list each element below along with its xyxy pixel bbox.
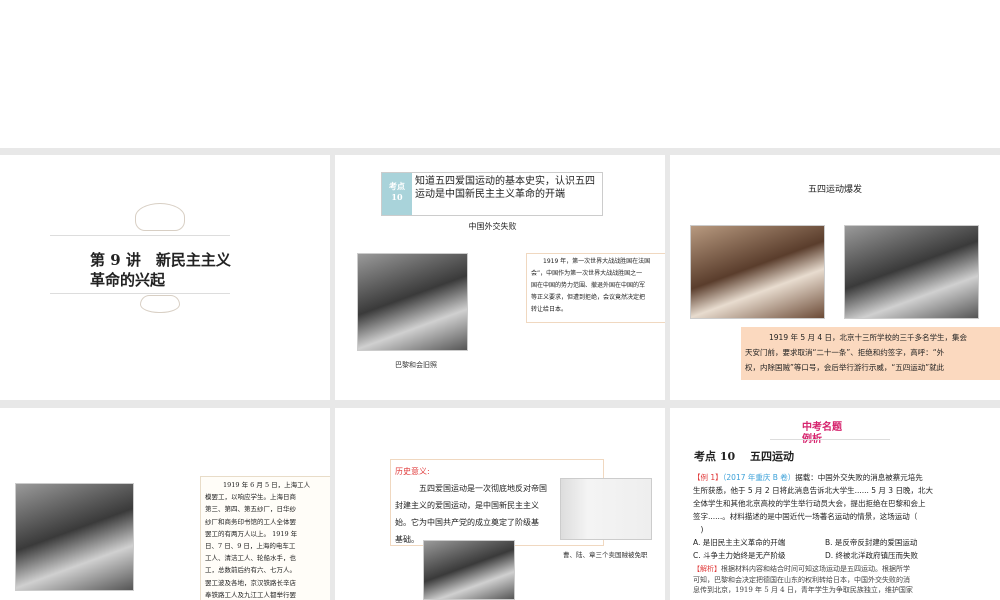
tiananmen-crowd-photo [844, 225, 979, 319]
banner-line-1: 中考名题 [802, 422, 842, 433]
ornament-top-icon [135, 203, 185, 231]
slide-heading: 中国外交失败 [468, 222, 517, 231]
question-text: 【例 1】（2017 年重庆 B 卷）据载：中国外交失败的消息被蔡元培先 生所获… [693, 471, 933, 562]
students-protest-photo [690, 225, 825, 319]
banner-line-2: 例析 [802, 434, 842, 446]
badge: 考点 10 [382, 173, 412, 215]
text-line: 全体学生和其他北京高校的学生举行动员大会，提出拒绝在巴黎和会上 [693, 499, 926, 508]
title-line-2: 革命的兴起 [90, 271, 166, 289]
text-line: ) [693, 525, 704, 534]
top-blank-area [0, 0, 1000, 148]
text-line: 据载：中国外交失败的消息被蔡元培先 [795, 473, 923, 482]
example-tag: 【例 1】 [693, 473, 723, 482]
text-line: 罢工波及各地，京汉铁路长辛店 [205, 578, 296, 587]
exam-banner: 中考名题 例析 [802, 422, 842, 446]
slide-5-thumbnail[interactable]: 历史意义: 五四爱国运动是一次彻底地反对帝国 封建主义的爱国运动，是中国新民主主… [335, 408, 665, 600]
text-box: 1919 年 6 月 5 日，上海工人 模罢工，以响应学生。上海日商 第三、第四… [200, 476, 330, 600]
title-line-1: 第 9 讲 新民主主义 [90, 251, 231, 269]
text-line: 模罢工，以响应学生。上海日商 [205, 493, 296, 502]
text-line: 第三、第四、第五纱厂，日华纱 [205, 505, 296, 514]
text-line: 天安门前，要求取消“二十一条”、拒绝和约签字，高呼：“外 [745, 348, 945, 357]
text-line: 可知，巴黎和会决定把德国在山东的权利转给日本，中国外交失败的消 [693, 575, 910, 584]
text-line: 国在中国的势力范围、撤退外国在中国的军 [531, 282, 646, 289]
example-source: （2017 年重庆 B 卷） [722, 473, 796, 482]
text-line: 日、7 日、9 日，上海的电车工 [205, 542, 296, 551]
text-line: 工，总数前后约有六、七万人。 [205, 566, 296, 575]
divider [50, 235, 230, 236]
slide-3-thumbnail[interactable]: 五四运动爆发 1919 年 5 月 4 日，北京十三所学校的三千多名学生，集会 … [670, 155, 1000, 400]
slide-4-thumbnail[interactable]: 1919 年 6 月 5 日，上海工人 模罢工，以响应学生。上海日商 第三、第四… [0, 408, 330, 600]
text-line: 生所获悉，他于 5 月 2 日将此消息告诉北大学生...... 5 月 3 日晚… [693, 486, 933, 495]
text-line: 1919 年 5 月 4 日，北京十三所学校的三千多名学生，集会 [769, 333, 968, 342]
newspaper-clipping-image [560, 478, 652, 540]
section-heading: 考点 10 五四运动 [694, 450, 794, 463]
badge-number: 10 [391, 192, 403, 202]
option-c[interactable]: C. 斗争主力始终是无产阶级 [693, 549, 825, 562]
option-d[interactable]: D. 终被北洋政府镇压而失败 [825, 551, 918, 560]
text-line: 1919 年，第一次世界大战战胜国在法国 [543, 258, 651, 265]
text-line: 奉铁路工人及九江工人都举行罢 [205, 590, 296, 599]
text-line: 会”，中国作为第一次世界大战战胜国之一 [531, 270, 643, 277]
text-line: 纱厂和商务印书馆的工人全体罢 [205, 517, 296, 526]
workers-strike-photo [15, 483, 134, 591]
slide-2-thumbnail[interactable]: 考点 10 知道五四爱国运动的基本史实，认识五四运动是中国新民主主义革命的开端 … [335, 155, 665, 400]
crowd-photo [423, 540, 515, 600]
slide-1-thumbnail[interactable]: 第 9 讲 新民主主义 革命的兴起 [0, 155, 330, 400]
slide-title: 第 9 讲 新民主主义 革命的兴起 [90, 250, 231, 290]
slide-heading: 五四运动爆发 [807, 185, 862, 195]
objective-text: 知道五四爱国运动的基本史实，认识五四运动是中国新民主主义革命的开端 [415, 176, 595, 200]
photo-caption: 巴黎和会旧照 [395, 361, 437, 369]
text-line: 等正义要求，但遭到拒绝，会议竟然决定把 [531, 294, 646, 301]
text-line: 工人、清洁工人、轮船水手，也 [205, 554, 296, 563]
text-box: 1919 年，第一次世界大战战胜国在法国 会”，中国作为第一次世界大战战胜国之一… [526, 253, 665, 323]
divider [770, 439, 890, 440]
text-box: 1919 年 5 月 4 日，北京十三所学校的三千多名学生，集会 天安门前，要求… [741, 327, 1000, 380]
analysis-tag: 【解析】 [693, 565, 721, 573]
ornament-bottom-icon [140, 295, 180, 313]
text-line: 根据材料内容和结合时间可知这场运动是五四运动。根据所学 [721, 565, 910, 573]
divider [50, 293, 230, 294]
text-line: 签字......。材料描述的是中国近代一场著名运动的情景，这场运动（ [693, 512, 918, 521]
paris-conference-photo [357, 253, 468, 351]
text-line: 转让给日本。 [531, 306, 568, 313]
objective-box: 考点 10 知道五四爱国运动的基本史实，认识五四运动是中国新民主主义革命的开端 [381, 172, 603, 216]
option-b[interactable]: B. 是反帝反封建的爱国运动 [825, 538, 917, 547]
option-a[interactable]: A. 是旧民主主义革命的开端 [693, 536, 825, 549]
analysis-text: 【解析】根据材料内容和结合时间可知这场运动是五四运动。根据所学 可知，巴黎和会决… [693, 564, 913, 596]
text-line: 1919 年 6 月 5 日，上海工人 [223, 481, 311, 489]
slide-6-thumbnail[interactable]: 中考名题 例析 考点 10 五四运动 【例 1】（2017 年重庆 B 卷）据载… [670, 408, 1000, 600]
text-line: 罢工的有两万人以上。 1919 年 [205, 529, 298, 538]
photo-caption: 曹、陆、章三个卖国贼被免职 [563, 551, 648, 559]
text-line: 权，内除国贼”等口号，会后举行游行示威，“五四运动”就此 [745, 363, 945, 372]
badge-label: 考点 [389, 181, 405, 191]
text-line: 息传到北京，1919 年 5 月 4 日，青年学生为争取民族独立，维护国家 [693, 586, 913, 594]
